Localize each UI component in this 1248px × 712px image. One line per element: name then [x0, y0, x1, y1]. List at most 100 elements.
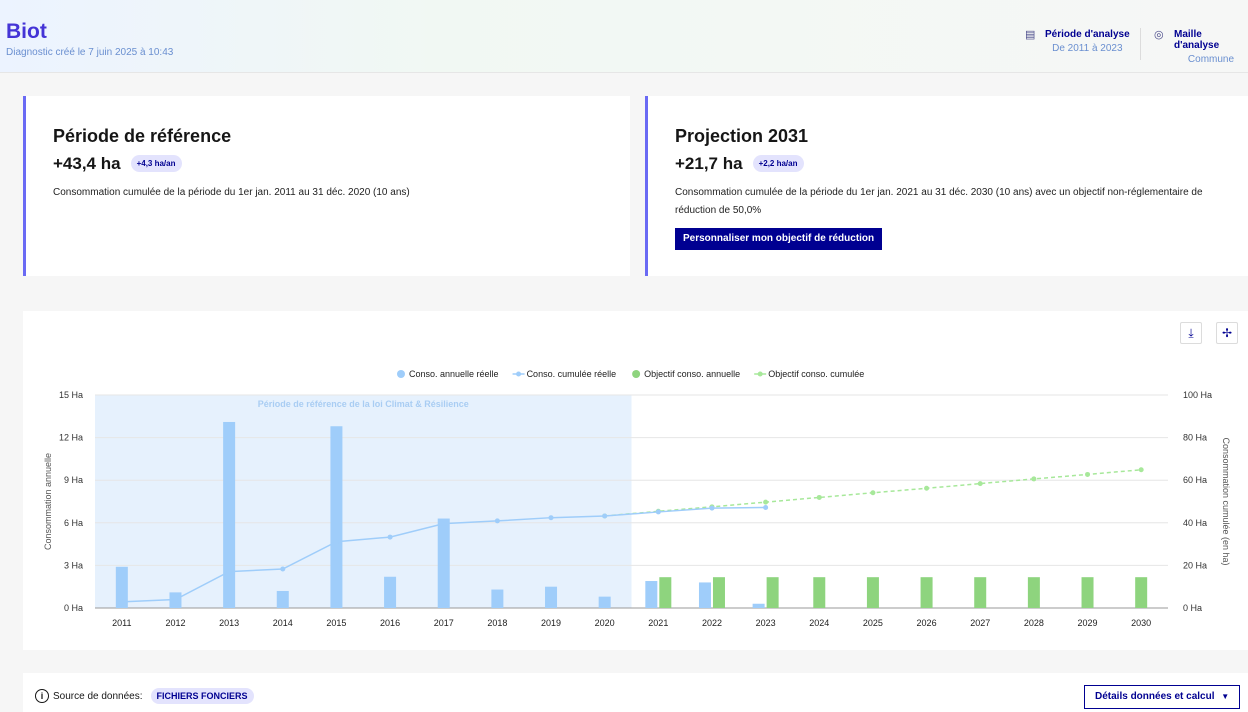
analysis-mesh-label: Maille d'analyse [1174, 29, 1220, 51]
details-button[interactable]: Détails données et calcul ▼ [1084, 685, 1241, 709]
analysis-period[interactable]: ▤ Période d'analyse De 2011 à 2023 [1025, 29, 1130, 54]
x-tick-label: 2017 [434, 618, 454, 628]
x-tick-label: 2022 [702, 618, 722, 628]
plotband-label: Période de référence de la loi Climat & … [258, 399, 469, 409]
card-value: +43,4 ha +4,3 ha/an [53, 154, 182, 174]
analysis-mesh[interactable]: ◎ Maille d'analyse Commune [1154, 29, 1248, 65]
projection-card: Projection 2031 +21,7 ha +2,2 ha/an Conso… [645, 96, 1248, 276]
x-tick-label: 2018 [487, 618, 507, 628]
x-tick-label: 2021 [648, 618, 668, 628]
x-tick-label: 2025 [863, 618, 883, 628]
download-button[interactable]: ⤓ [1180, 322, 1202, 344]
x-tick-label: 2020 [595, 618, 615, 628]
y-left-axis-title: Consommation annuelle [43, 453, 53, 550]
bar-objectif-conso-annuelle [1135, 577, 1148, 608]
conso-cumulee-reelle-point [494, 518, 500, 524]
y-right-tick-label: 0 Ha [1183, 603, 1202, 613]
fullscreen-button[interactable]: ✢ [1216, 322, 1238, 344]
download-icon: ⤓ [1188, 326, 1194, 340]
card-title: Période de référence [53, 126, 232, 146]
objectif-conso-cumulee-point [977, 481, 983, 487]
x-tick-label: 2019 [541, 618, 561, 628]
conso-cumulee-reelle-point [709, 505, 715, 511]
analysis-period-label: Période d'analyse [1045, 29, 1130, 40]
bar-objectif-conso-annuelle [1081, 577, 1094, 608]
y-right-tick-label: 60 Ha [1183, 475, 1207, 485]
bar-conso-annuelle-reelle [545, 586, 558, 608]
y-left-tick-label: 3 Ha [64, 560, 83, 570]
y-right-tick-label: 40 Ha [1183, 518, 1207, 528]
x-tick-label: 2014 [273, 618, 293, 628]
y-right-axis-title: Consommation cumulée (en ha) [1221, 437, 1231, 565]
conso-cumulee-reelle-point [655, 509, 661, 515]
reference-period-card: Période de référence +43,4 ha +4,3 ha/an … [23, 96, 630, 276]
y-left-tick-label: 12 Ha [59, 433, 83, 443]
data-source-bar: i Source de données: FICHIERS FONCIERS Dét… [23, 673, 1248, 712]
x-tick-label: 2016 [380, 618, 400, 628]
bar-conso-annuelle-reelle [491, 589, 504, 608]
legend-label: Objectif conso. annuelle [644, 369, 740, 379]
x-tick-label: 2011 [112, 618, 131, 628]
bar-objectif-conso-annuelle [712, 577, 725, 608]
y-right-tick-label: 20 Ha [1183, 560, 1207, 570]
card-value-text: +21,7 ha [675, 154, 743, 173]
x-tick-label: 2028 [1024, 618, 1044, 628]
x-tick-label: 2029 [1078, 618, 1098, 628]
objectif-conso-cumulee-point [870, 490, 876, 496]
info-icon: i [35, 689, 49, 703]
conso-cumulee-reelle-point [387, 534, 393, 540]
calendar-icon: ▤ [1025, 29, 1036, 41]
conso-cumulee-reelle-point [333, 539, 339, 545]
chevron-down-icon: ▼ [1221, 692, 1230, 701]
objectif-conso-cumulee-point [1138, 467, 1144, 473]
bar-conso-annuelle-reelle [645, 581, 658, 608]
objectif-conso-cumulee-point [763, 499, 769, 505]
bar-objectif-conso-annuelle [920, 577, 933, 608]
target-icon: ◎ [1154, 29, 1164, 41]
card-value-text: +43,4 ha [53, 154, 121, 173]
source-label: Source de données: [53, 691, 143, 702]
card-title: Projection 2031 [675, 126, 809, 146]
conso-cumulee-reelle-point [226, 569, 232, 575]
objectif-conso-cumulee-point [1031, 476, 1037, 482]
bar-objectif-conso-annuelle [766, 577, 779, 608]
bar-conso-annuelle-reelle [223, 421, 236, 608]
created-date: Diagnostic créé le 7 juin 2025 à 10:43 [6, 47, 174, 58]
conso-cumulee-reelle-point [441, 521, 447, 527]
y-right-tick-label: 80 Ha [1183, 433, 1207, 443]
data-source: i Source de données: FICHIERS FONCIERS [35, 688, 254, 704]
legend-marker-dot [516, 371, 522, 377]
customize-objective-button[interactable]: Personnaliser mon objectif de réduction [675, 228, 883, 250]
bar-objectif-conso-annuelle [974, 577, 987, 608]
legend-marker [397, 370, 405, 378]
conso-cumulee-reelle-point [280, 566, 286, 572]
analysis-mesh-value: Commune [1187, 54, 1235, 65]
card-description: Consommation cumulée de la période du 1e… [675, 187, 1203, 216]
objectif-conso-cumulee-point [816, 494, 822, 500]
objectif-conso-cumulee-point [1085, 471, 1091, 477]
bar-objectif-conso-annuelle [813, 577, 826, 608]
conso-cumulee-reelle-point [172, 596, 178, 602]
y-left-tick-label: 15 Ha [59, 390, 83, 400]
source-badge: FICHIERS FONCIERS [150, 688, 254, 704]
x-tick-label: 2027 [970, 618, 990, 628]
chart-container: Période de référence de la loi Climat & … [23, 311, 1248, 650]
bar-conso-annuelle-reelle [276, 590, 289, 608]
x-tick-label: 2012 [165, 618, 185, 628]
conso-cumulee-reelle-point [548, 515, 554, 521]
bar-objectif-conso-annuelle [866, 577, 879, 608]
conso-cumulee-reelle-point [119, 599, 125, 605]
divider [1140, 28, 1141, 60]
rate-badge: +2,2 ha/an [752, 155, 804, 172]
rate-badge: +4,3 ha/an [130, 155, 182, 172]
legend-label: Objectif conso. cumulée [768, 369, 864, 379]
objectif-conso-cumulee-point [924, 485, 930, 491]
conso-cumulee-reelle-point [602, 513, 608, 519]
legend-label: Conso. annuelle réelle [409, 369, 499, 379]
legend-label: Conso. cumulée réelle [527, 369, 617, 379]
bar-conso-annuelle-reelle [330, 426, 343, 608]
page-title: Biot [6, 20, 47, 43]
bar-conso-annuelle-reelle [698, 582, 711, 608]
page-header: Biot Diagnostic créé le 7 juin 2025 à 10… [0, 0, 1248, 73]
card-description: Consommation cumulée de la période du 1e… [53, 187, 410, 198]
